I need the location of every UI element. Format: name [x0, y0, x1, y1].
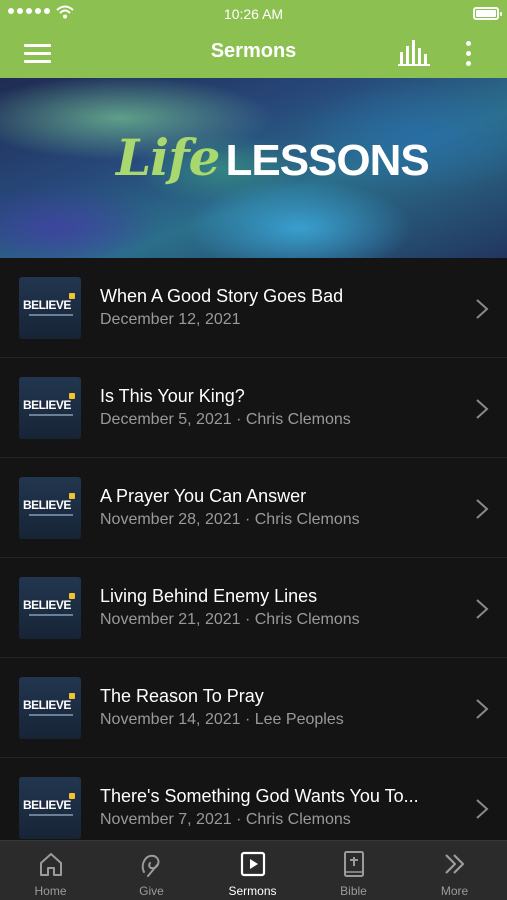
sermon-title: A Prayer You Can Answer [100, 486, 307, 506]
sermon-thumbnail: BELIEVE [19, 577, 81, 639]
chevron-right-icon [476, 699, 489, 719]
thumbnail-text: BELIEVE [23, 398, 71, 412]
sermon-row[interactable]: BELIEVE A Prayer You Can Answer November… [0, 458, 507, 558]
thumbnail-text: BELIEVE [23, 598, 71, 612]
sermon-thumbnail: BELIEVE [19, 477, 81, 539]
chevron-right-icon [476, 599, 489, 619]
thumbnail-text: BELIEVE [23, 798, 71, 812]
tab-sermons[interactable]: Sermons [202, 841, 303, 900]
crown-icon [69, 493, 75, 499]
crown-icon [69, 693, 75, 699]
crown-icon [69, 393, 75, 399]
sermon-meta: November 7, 2021 · Chris Clemons [100, 811, 351, 828]
sermon-meta: November 28, 2021 · Chris Clemons [100, 511, 360, 528]
sermon-meta: November 21, 2021 · Chris Clemons [100, 611, 360, 628]
thumbnail-text: BELIEVE [23, 498, 71, 512]
sermon-thumbnail: BELIEVE [19, 677, 81, 739]
sermon-title: The Reason To Pray [100, 686, 264, 706]
give-icon [141, 854, 160, 877]
play-square-icon [240, 851, 266, 877]
sermon-thumbnail: BELIEVE [19, 277, 81, 339]
sermon-meta: November 14, 2021 · Lee Peoples [100, 711, 344, 728]
sermon-thumbnail: BELIEVE [19, 777, 81, 839]
crown-icon [69, 593, 75, 599]
tab-bible[interactable]: Bible [303, 841, 404, 900]
sermon-thumbnail: BELIEVE [19, 377, 81, 439]
tab-label: Give [139, 884, 164, 898]
sermon-list: BELIEVE When A Good Story Goes Bad Decem… [0, 258, 507, 840]
thumbnail-text: BELIEVE [23, 698, 71, 712]
sermon-row[interactable]: BELIEVE The Reason To Pray November 14, … [0, 658, 507, 758]
tab-label: Bible [340, 884, 367, 898]
banner-script-text: Life [116, 128, 220, 187]
home-icon [40, 853, 62, 876]
chevron-right-icon [476, 299, 489, 319]
crown-icon [69, 793, 75, 799]
top-navbar: Sermons [0, 28, 507, 78]
crown-icon [69, 293, 75, 299]
sermon-meta: December 5, 2021 · Chris Clemons [100, 411, 351, 428]
battery-icon [473, 7, 502, 20]
sermon-row[interactable]: BELIEVE When A Good Story Goes Bad Decem… [0, 258, 507, 358]
tab-label: Home [34, 884, 67, 898]
sermon-row[interactable]: BELIEVE There's Something God Wants You … [0, 758, 507, 840]
tab-more[interactable]: More [404, 841, 505, 900]
sermon-title: There's Something God Wants You To... [100, 786, 419, 806]
sermon-row[interactable]: BELIEVE Is This Your King? December 5, 2… [0, 358, 507, 458]
sermon-title: When A Good Story Goes Bad [100, 286, 344, 306]
bottom-tab-bar: Home Give Sermons Bible More [0, 840, 507, 900]
tab-give[interactable]: Give [101, 841, 202, 900]
tab-home[interactable]: Home [0, 841, 101, 900]
status-time: 10:26 AM [223, 6, 284, 22]
tab-label: More [440, 884, 469, 898]
banner-bold-text: LESSONS [225, 136, 429, 185]
sermon-row[interactable]: BELIEVE Living Behind Enemy Lines Novemb… [0, 558, 507, 658]
double-chevron-right-icon [445, 854, 465, 874]
sermon-title: Is This Your King? [100, 386, 245, 406]
series-banner: Life LESSONS [0, 78, 507, 258]
tab-label: Sermons [228, 884, 277, 898]
chevron-right-icon [476, 499, 489, 519]
audio-bars-icon[interactable] [398, 40, 432, 66]
thumbnail-text: BELIEVE [23, 298, 71, 312]
series-logo: Life LESSONS [116, 128, 430, 187]
sermon-meta: December 12, 2021 [100, 311, 241, 328]
bible-icon [344, 851, 364, 877]
status-bar: 10:26 AM [0, 0, 507, 28]
chevron-right-icon [476, 399, 489, 419]
vertical-ellipsis-icon[interactable] [458, 38, 478, 68]
chevron-right-icon [476, 799, 489, 819]
sermon-title: Living Behind Enemy Lines [100, 586, 318, 606]
